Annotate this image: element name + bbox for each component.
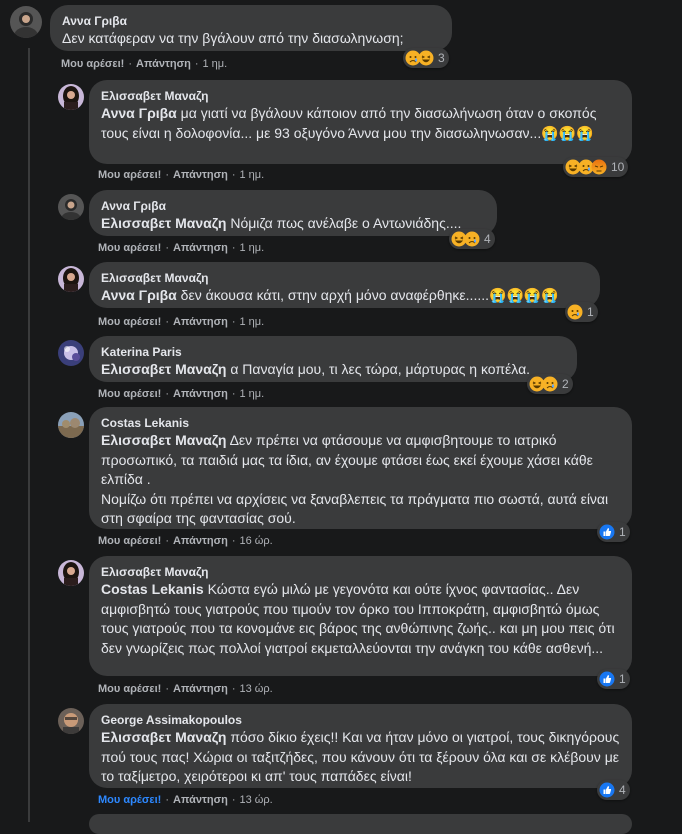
reaction-count: 2 <box>562 377 569 391</box>
comment-bubble: George Assimakopoulos Ελισσαβετ Μαναζη π… <box>89 704 632 788</box>
comment-text: Costas Lekanis Κώστα εγώ μιλώ με γεγονότ… <box>101 581 615 656</box>
reaction-summary[interactable]: 4 <box>597 780 630 800</box>
comment-bubble: Αννα Γριβα Ελισσαβετ Μαναζη Νόμιζα πως α… <box>89 190 497 236</box>
comment-actions: Μου αρέσει! · Απάντηση · 1 ημ. <box>98 242 265 254</box>
timestamp[interactable]: 1 ημ. <box>240 169 265 181</box>
mention-link[interactable]: Ελισσαβετ Μαναζη <box>101 729 226 745</box>
like-button[interactable]: Μου αρέσει! <box>98 794 161 806</box>
avatar[interactable] <box>10 6 42 38</box>
like-button[interactable]: Μου αρέσει! <box>98 242 161 254</box>
comment-text: Ελισσαβετ Μαναζη Δεν πρέπει να φτάσουμε … <box>101 432 593 487</box>
reaction-summary[interactable]: 2 <box>527 374 573 394</box>
comment-bubble: Αννα Γριβα Δεν κατάφεραν να την βγάλουν … <box>50 5 452 51</box>
comment-bubble: Costas Lekanis Ελισσαβετ Μαναζη Δεν πρέπ… <box>89 407 632 529</box>
timestamp[interactable]: 1 ημ. <box>203 58 228 70</box>
comment-actions: Μου αρέσει! · Απάντηση · 13 ώρ. <box>98 683 273 695</box>
reply-button[interactable]: Απάντηση <box>136 58 191 70</box>
timestamp[interactable]: 1 ημ. <box>240 388 265 400</box>
comment-actions: Μου αρέσει! · Απάντηση · 16 ώρ. <box>98 535 273 547</box>
avatar[interactable] <box>58 84 84 110</box>
like-button[interactable]: Μου αρέσει! <box>98 316 161 328</box>
comment-text: Ελισσαβετ Μαναζη Νόμιζα πως ανέλαβε ο Αν… <box>101 215 462 231</box>
reaction-count: 3 <box>438 51 445 65</box>
reaction-summary[interactable]: 1 <box>597 522 630 542</box>
comment-text: Αννα Γριβα δεν άκουσα κάτι, στην αρχή μό… <box>101 287 559 303</box>
comment-text: Ελισσαβετ Μαναζη πόσο δίκιο έχεις!! Και … <box>101 729 620 784</box>
like-button[interactable]: Μου αρέσει! <box>98 169 161 181</box>
reply-button[interactable]: Απάντηση <box>173 535 228 547</box>
angry-icon <box>591 159 607 175</box>
comment-author[interactable]: Αννα Γριβα <box>101 198 485 214</box>
timestamp[interactable]: 1 ημ. <box>240 242 265 254</box>
reply-button[interactable]: Απάντηση <box>173 316 228 328</box>
comment-text: Ελισσαβετ Μαναζη α Παναγία μου, τι λες τ… <box>101 361 531 377</box>
like-button[interactable]: Μου αρέσει! <box>61 58 124 70</box>
reply-button[interactable]: Απάντηση <box>173 242 228 254</box>
comment-text: Δεν κατάφεραν να την βγάλουν από την δια… <box>62 30 404 46</box>
sad-icon <box>542 376 558 392</box>
comment-author[interactable]: Katerina Paris <box>101 344 565 360</box>
avatar[interactable] <box>58 340 84 366</box>
comment-actions: Μου αρέσει! · Απάντηση · 13 ώρ. <box>98 794 273 806</box>
reaction-summary[interactable]: 3 <box>403 48 449 68</box>
mention-link[interactable]: Ελισσαβετ Μαναζη <box>101 215 226 231</box>
comment-text-paragraph: Νομίζω ότι πρέπει να αρχίσεις να ξαναβλε… <box>101 490 609 527</box>
avatar[interactable] <box>58 412 84 438</box>
avatar[interactable] <box>58 560 84 586</box>
sad-icon <box>464 231 480 247</box>
like-button[interactable]: Μου αρέσει! <box>98 535 161 547</box>
mention-link[interactable]: Costas Lekanis <box>101 581 204 597</box>
comment-actions: Μου αρέσει! · Απάντηση · 1 ημ. <box>98 388 265 400</box>
comment-actions: Μου αρέσει! · Απάντηση · 1 ημ. <box>98 169 265 181</box>
reply-button[interactable]: Απάντηση <box>173 794 228 806</box>
avatar[interactable] <box>58 708 84 734</box>
comment-bubble: Katerina Paris Ελισσαβετ Μαναζη α Παναγί… <box>89 336 577 382</box>
comment-text: Αννα Γριβα μα γιατί να βγάλουν κάποιον α… <box>101 105 597 141</box>
reply-button[interactable]: Απάντηση <box>173 683 228 695</box>
timestamp[interactable]: 1 ημ. <box>240 316 265 328</box>
reaction-summary[interactable]: 4 <box>449 229 495 249</box>
mention-link[interactable]: Ελισσαβετ Μαναζη <box>101 361 226 377</box>
like-button[interactable]: Μου αρέσει! <box>98 388 161 400</box>
comment-author[interactable]: Costas Lekanis <box>101 415 620 431</box>
reaction-count: 1 <box>619 672 626 686</box>
haha-icon <box>418 50 434 66</box>
reaction-summary[interactable]: 1 <box>565 302 598 322</box>
reaction-summary[interactable]: 1 <box>597 669 630 689</box>
avatar[interactable] <box>58 194 84 220</box>
comment-bubble: Ελισσαβετ Μαναζη Αννα Γριβα δεν άκουσα κ… <box>89 262 600 308</box>
reaction-count: 1 <box>587 305 594 319</box>
comment-author[interactable]: Ελισσαβετ Μαναζη <box>101 564 620 580</box>
comment-actions: Μου αρέσει! · Απάντηση · 1 ημ. <box>98 316 265 328</box>
like-icon <box>599 671 615 687</box>
comment-author[interactable]: George Assimakopoulos <box>101 712 620 728</box>
comment-author[interactable]: Αννα Γριβα <box>62 13 440 29</box>
comment-actions: Μου αρέσει! · Απάντηση · 1 ημ. <box>61 58 228 70</box>
comment-bubble: Ελισσαβετ Μαναζη Costas Lekanis Κώστα εγ… <box>89 556 632 676</box>
comment-author[interactable]: Ελισσαβετ Μαναζη <box>101 88 620 104</box>
timestamp[interactable]: 13 ώρ. <box>240 683 273 695</box>
sad-icon <box>567 304 583 320</box>
comment-bubble-partial <box>89 814 632 834</box>
timestamp[interactable]: 16 ώρ. <box>240 535 273 547</box>
like-icon <box>599 524 615 540</box>
thread-line <box>28 48 30 822</box>
avatar[interactable] <box>58 266 84 292</box>
reaction-count: 4 <box>484 232 491 246</box>
mention-link[interactable]: Ελισσαβετ Μαναζη <box>101 432 226 448</box>
reply-button[interactable]: Απάντηση <box>173 388 228 400</box>
like-button[interactable]: Μου αρέσει! <box>98 683 161 695</box>
reaction-count: 10 <box>611 160 625 174</box>
mention-link[interactable]: Αννα Γριβα <box>101 287 177 303</box>
timestamp[interactable]: 13 ώρ. <box>240 794 273 806</box>
mention-link[interactable]: Αννα Γριβα <box>101 105 177 121</box>
reaction-summary[interactable]: 10 <box>563 157 629 177</box>
comment-bubble: Ελισσαβετ Μαναζη Αννα Γριβα μα γιατί να … <box>89 80 632 164</box>
reaction-count: 4 <box>619 783 626 797</box>
reply-button[interactable]: Απάντηση <box>173 169 228 181</box>
comment-author[interactable]: Ελισσαβετ Μαναζη <box>101 270 588 286</box>
reaction-count: 1 <box>619 525 626 539</box>
like-icon <box>599 782 615 798</box>
